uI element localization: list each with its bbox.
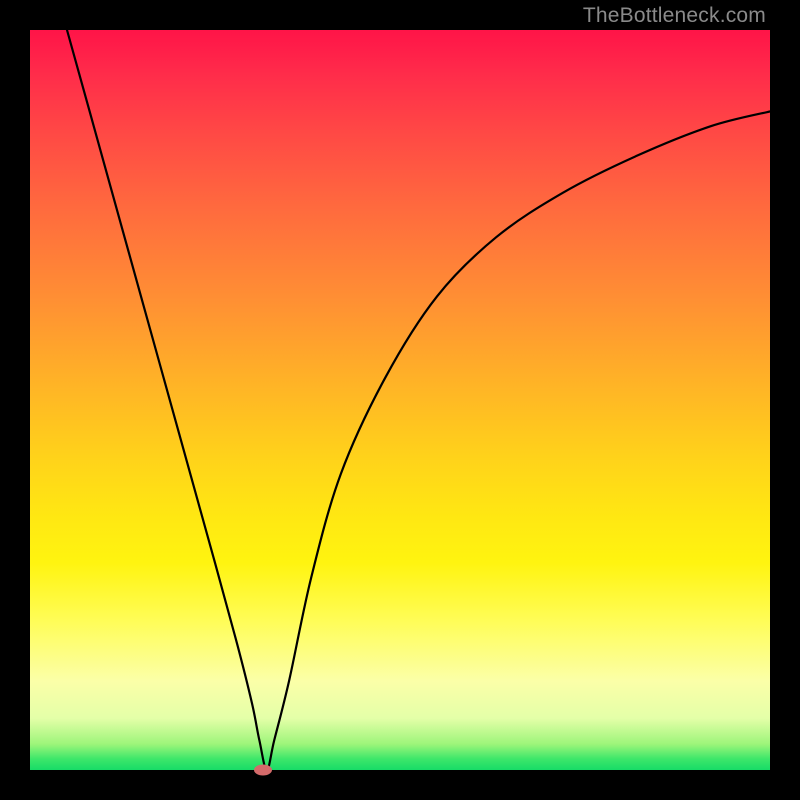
- chart-frame: TheBottleneck.com: [0, 0, 800, 800]
- minimum-marker: [254, 765, 272, 776]
- bottleneck-curve: [30, 30, 770, 770]
- watermark-text: TheBottleneck.com: [583, 4, 766, 28]
